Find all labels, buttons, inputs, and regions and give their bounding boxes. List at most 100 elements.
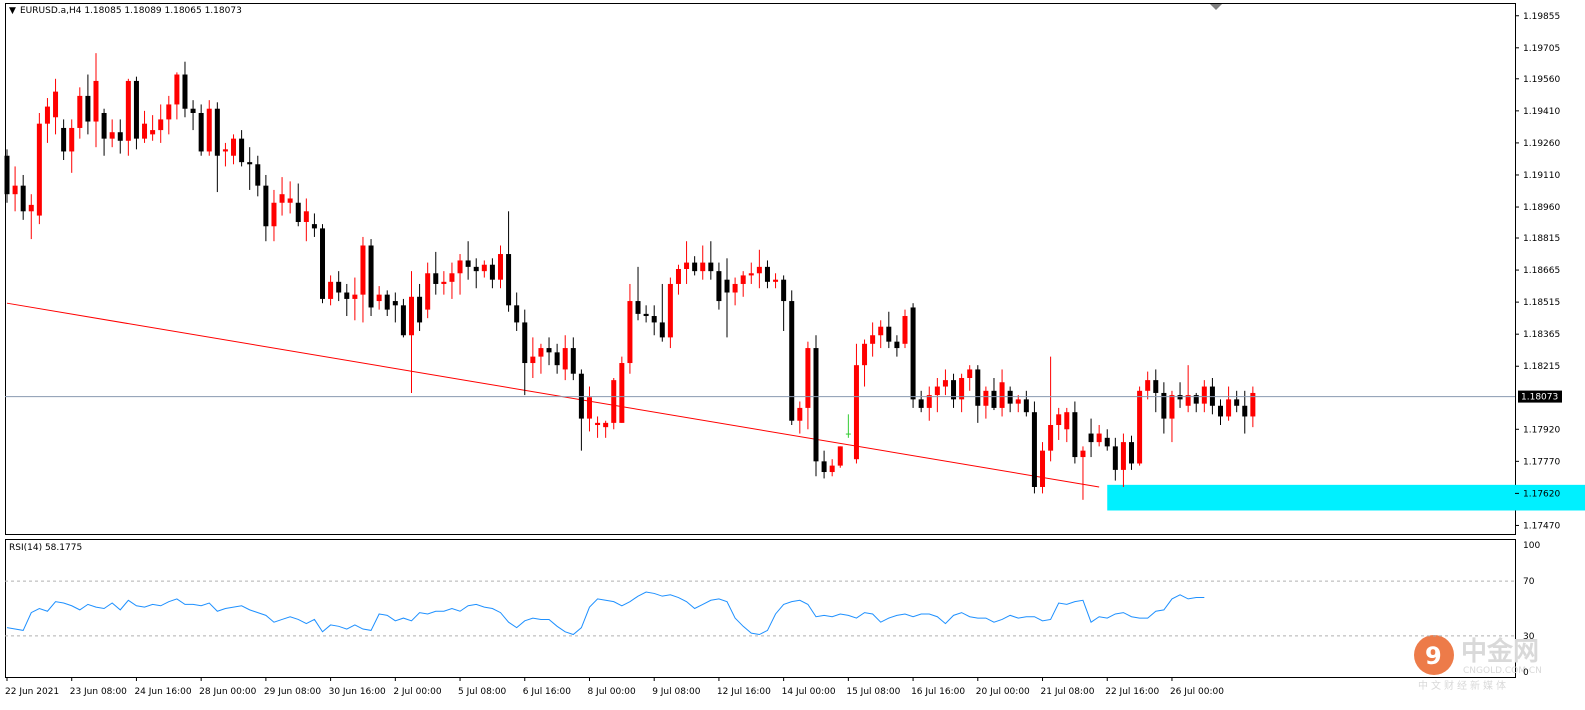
- candle: [910, 303, 916, 408]
- candle-body: [125, 80, 131, 141]
- time-tick-label: 2 Jul 00:00: [393, 687, 442, 697]
- candle: [918, 390, 924, 413]
- candle: [627, 283, 633, 374]
- rsi-axis-label: 100: [1523, 541, 1540, 551]
- candle: [1193, 392, 1199, 413]
- candle-body: [635, 301, 641, 314]
- candle: [344, 283, 350, 317]
- candle: [247, 147, 253, 190]
- candle-body: [158, 119, 164, 131]
- candle: [522, 309, 528, 396]
- candle: [959, 373, 965, 413]
- header-arrow[interactable]: ▼: [9, 6, 16, 16]
- candle-body: [756, 266, 762, 274]
- candle-body: [886, 326, 892, 342]
- candle: [222, 142, 228, 167]
- candle: [1112, 437, 1118, 481]
- candle-body: [368, 245, 374, 308]
- candle: [853, 343, 859, 464]
- candle: [781, 275, 787, 331]
- candle-body: [85, 95, 91, 122]
- candle: [1153, 369, 1159, 413]
- candle-body: [692, 262, 698, 272]
- candle: [514, 292, 520, 331]
- candle: [837, 446, 843, 468]
- candles-layer: [4, 53, 1256, 500]
- candle: [231, 134, 237, 165]
- candle: [449, 262, 455, 299]
- candle-body: [1007, 390, 1013, 404]
- candle-body: [748, 273, 754, 276]
- shift-marker-icon[interactable]: [1210, 4, 1222, 10]
- candle-body: [53, 91, 59, 118]
- candle-body: [1088, 433, 1094, 443]
- candle-body: [853, 365, 859, 460]
- candle: [1048, 356, 1054, 462]
- candle: [400, 298, 406, 338]
- candle-body: [716, 271, 722, 302]
- candle: [336, 271, 342, 302]
- candle-body: [303, 211, 309, 222]
- candle: [716, 262, 722, 310]
- candle: [611, 377, 617, 430]
- candle: [457, 254, 463, 295]
- candle-body: [514, 305, 520, 323]
- time-tick-label: 8 Jul 00:00: [587, 687, 636, 697]
- candle-body: [1056, 414, 1062, 426]
- candle: [1226, 386, 1232, 421]
- candle-body: [239, 138, 245, 163]
- price-tick-label: 1.17770: [1523, 457, 1560, 467]
- candle: [287, 181, 293, 214]
- price-tick-label: 1.17920: [1523, 425, 1560, 435]
- candle: [983, 386, 989, 419]
- candle: [368, 239, 374, 317]
- time-tick-label: 6 Jul 16:00: [523, 687, 572, 697]
- candle: [85, 74, 91, 135]
- price-tick-label: 1.18515: [1523, 298, 1560, 308]
- candle: [894, 335, 900, 357]
- candle-body: [247, 162, 253, 165]
- candle: [117, 119, 123, 154]
- candle-body: [77, 95, 83, 128]
- candle-body: [1048, 425, 1054, 451]
- candle: [942, 369, 948, 396]
- candle-body: [975, 369, 981, 406]
- time-tick-label: 23 Jun 08:00: [70, 687, 127, 697]
- candle: [255, 155, 261, 197]
- candle: [1129, 435, 1135, 470]
- candle-body: [1015, 399, 1021, 404]
- candle: [692, 256, 698, 276]
- candle: [263, 174, 269, 242]
- chart-canvas: ▼ EURUSD.a,H4 1.18085 1.18089 1.18065 1.…: [4, 3, 1585, 697]
- time-tick-label: 21 Jul 08:00: [1041, 687, 1095, 697]
- candle-body: [287, 198, 293, 203]
- candle: [1161, 382, 1167, 434]
- candle-body: [222, 149, 228, 152]
- candle: [934, 377, 940, 413]
- candle: [878, 320, 884, 349]
- candle-body: [271, 202, 277, 227]
- rsi-axis-label: 70: [1523, 577, 1535, 587]
- time-tick-label: 28 Jun 00:00: [199, 687, 256, 697]
- candle: [465, 241, 471, 280]
- candle: [1007, 386, 1013, 413]
- candle: [797, 401, 803, 434]
- candle-body: [684, 262, 690, 269]
- time-tick-label: 5 Jul 08:00: [458, 687, 507, 697]
- candle: [12, 166, 18, 212]
- candle-body: [530, 356, 536, 364]
- watermark-logo-glyph: 9: [1425, 642, 1442, 670]
- candle-body: [409, 296, 414, 336]
- candle-body: [781, 279, 787, 302]
- candle: [1120, 433, 1126, 487]
- time-tick-label: 20 Jul 00:00: [976, 687, 1030, 697]
- candle-body: [425, 273, 431, 310]
- candle: [506, 211, 512, 312]
- candle-body: [773, 279, 779, 282]
- candle: [773, 273, 779, 289]
- candle-body: [1023, 399, 1029, 413]
- candle-body: [910, 307, 916, 400]
- candle-body: [392, 301, 398, 306]
- candle-body: [1112, 446, 1118, 470]
- candle: [1096, 425, 1102, 447]
